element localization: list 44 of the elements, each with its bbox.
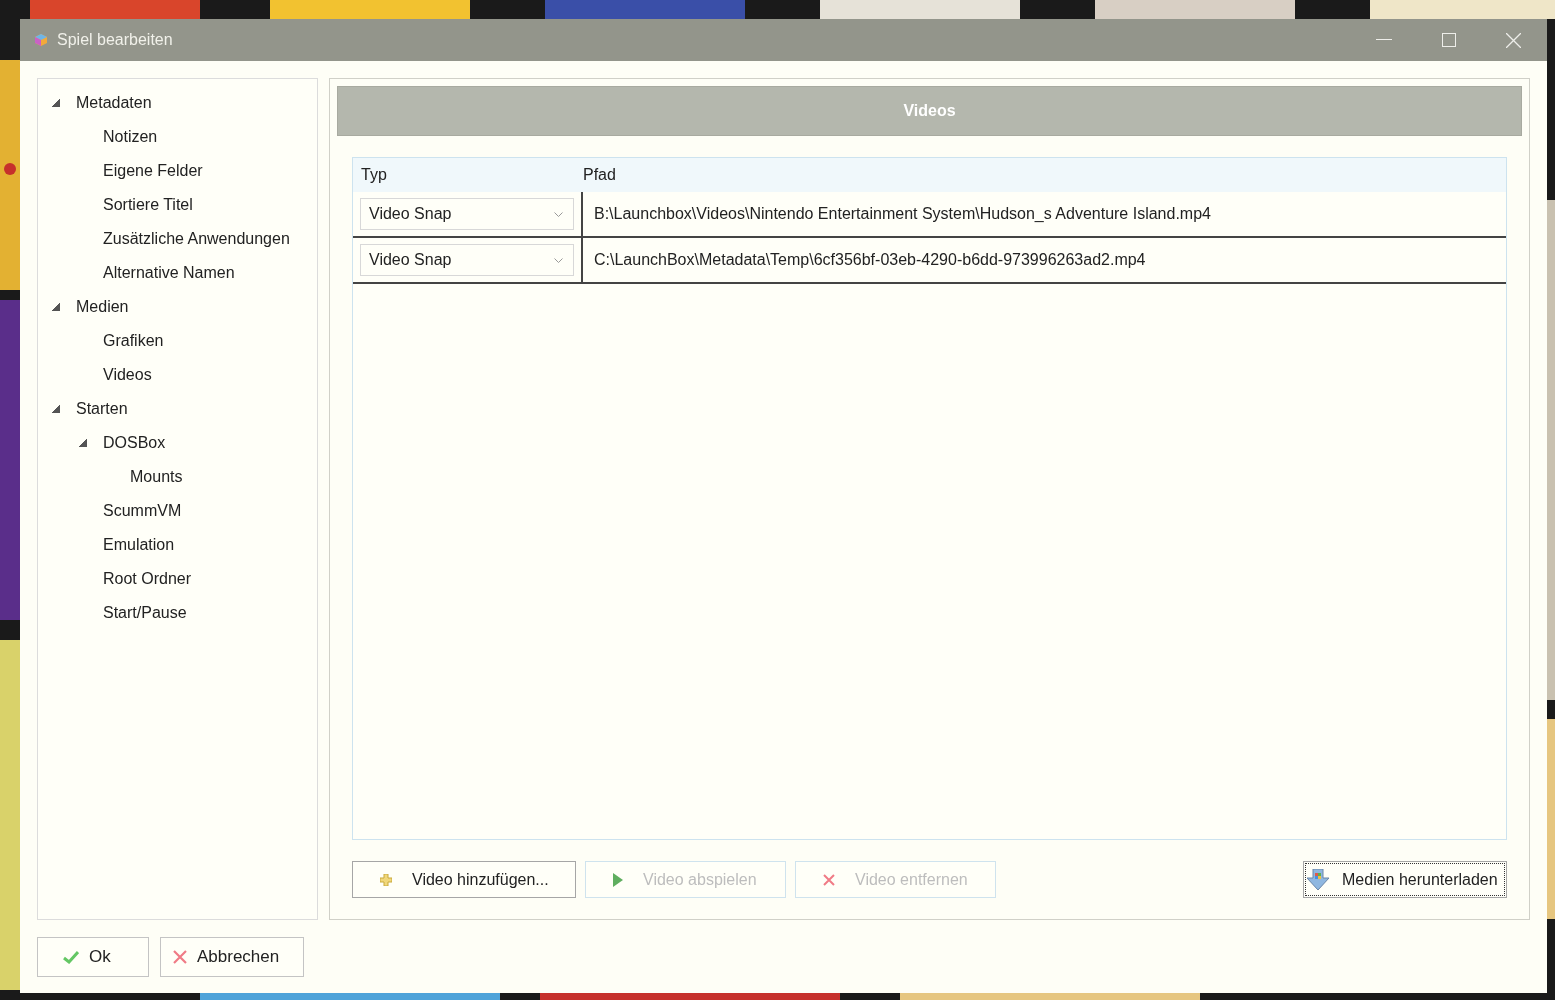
- tree-item[interactable]: Grafiken: [103, 329, 164, 353]
- cross-icon: [823, 873, 835, 886]
- tree-item[interactable]: ScummVM: [103, 499, 182, 523]
- tree-item[interactable]: Sortiere Titel: [103, 193, 193, 217]
- cancel-button[interactable]: Abbrechen: [160, 937, 304, 977]
- table-cell-text: C:\LaunchBox\Metadata\Temp\6cf356bf-03eb-4290-b6dd-973996263ad2.mp4: [593, 250, 1146, 270]
- table-cell-text: B:\Launchbox\Videos\Nintendo Entertainment System\Hudson_s Adventure Island.mp4: [593, 204, 1211, 224]
- ok-button[interactable]: Ok: [37, 937, 149, 977]
- column-header: Pfad: [583, 165, 616, 185]
- type-dropdown[interactable]: Video Snap: [360, 244, 574, 276]
- tree-item[interactable]: Medien: [76, 295, 129, 319]
- tree-item[interactable]: Root Ordner: [103, 567, 192, 591]
- expanded-arrow-icon[interactable]: [52, 303, 60, 311]
- download-icon: [1306, 868, 1330, 891]
- expanded-arrow-icon[interactable]: [52, 99, 60, 107]
- tree-item[interactable]: DOSBox: [103, 431, 166, 455]
- section-header: Videos: [337, 86, 1522, 136]
- tree-item[interactable]: Eigene Felder: [103, 159, 203, 183]
- tree-item[interactable]: Notizen: [103, 125, 158, 149]
- download-button[interactable]: Medien herunterladen: [1303, 861, 1507, 898]
- chevron-down-icon: [554, 257, 563, 263]
- chevron-down-icon: [554, 211, 563, 217]
- type-dropdown[interactable]: Video Snap: [360, 198, 574, 230]
- cross-icon: [173, 950, 187, 964]
- window-title: Spiel bearbeiten: [57, 30, 173, 50]
- expanded-arrow-icon[interactable]: [52, 405, 60, 413]
- app-icon: [34, 33, 48, 47]
- maximize-icon[interactable]: [1442, 33, 1456, 47]
- check-icon: [63, 950, 79, 964]
- tree-item[interactable]: Metadaten: [76, 91, 152, 115]
- tree-item[interactable]: Start/Pause: [103, 601, 187, 625]
- column-header: Typ: [360, 165, 388, 185]
- expanded-arrow-icon[interactable]: [79, 439, 87, 447]
- plus-icon: [380, 873, 392, 886]
- tree-item[interactable]: Zusätzliche Anwendungen: [103, 227, 290, 251]
- tree-item[interactable]: Starten: [76, 397, 128, 421]
- tree-item[interactable]: Emulation: [103, 533, 175, 557]
- tree-item[interactable]: Videos: [103, 363, 152, 387]
- play-icon: [613, 872, 623, 887]
- tree-item[interactable]: Alternative Namen: [103, 261, 235, 285]
- tree-item[interactable]: Mounts: [130, 465, 183, 489]
- close-icon[interactable]: [1506, 32, 1521, 48]
- action-button[interactable]: Video hinzufügen...: [352, 861, 576, 898]
- minimize-icon[interactable]: [1376, 39, 1392, 41]
